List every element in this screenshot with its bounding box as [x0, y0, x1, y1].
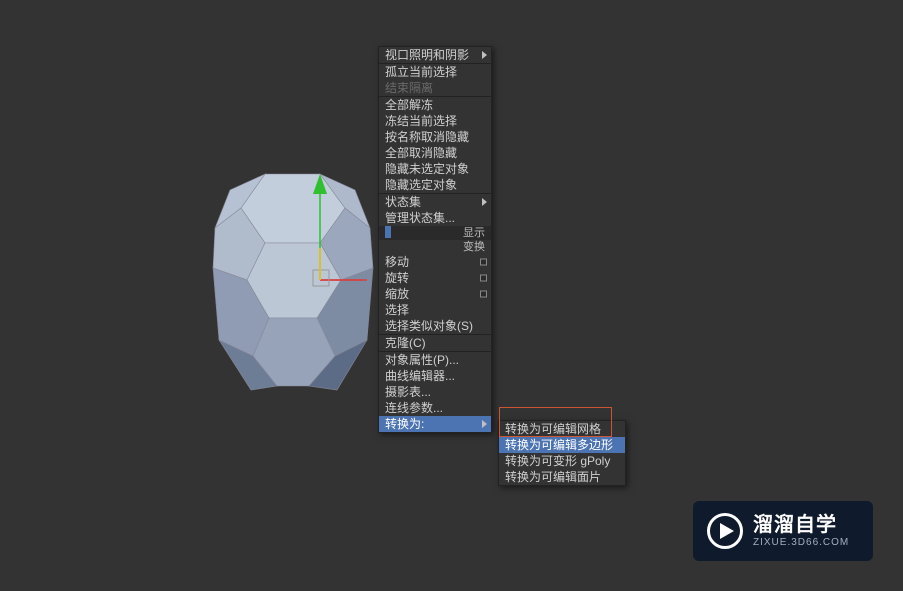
submenu-arrow-icon	[482, 420, 487, 428]
menu-item[interactable]: 隐藏未选定对象	[379, 161, 491, 177]
checkbox-icon	[480, 291, 487, 298]
menu-item[interactable]: 对象属性(P)...	[379, 352, 491, 368]
submenu-arrow-icon	[482, 51, 487, 59]
menu-item[interactable]: 转换为可编辑网格	[499, 421, 625, 437]
menu-item-label: 对象属性(P)...	[385, 353, 459, 367]
menu-item-label: 缩放	[385, 287, 409, 301]
menu-item-label: 旋转	[385, 271, 409, 285]
menu-item[interactable]: 管理状态集...	[379, 210, 491, 226]
play-icon	[707, 513, 743, 549]
submenu-arrow-icon	[482, 198, 487, 206]
menu-item-label: 全部取消隐藏	[385, 146, 457, 160]
menu-item[interactable]: 转换为:	[379, 416, 491, 432]
menu-item[interactable]: 转换为可编辑面片	[499, 469, 625, 485]
menu-item-label: 转换为可编辑网格	[505, 422, 601, 436]
menu-item-label: 视口照明和阴影	[385, 48, 469, 62]
menu-item-label: 选择	[385, 303, 409, 317]
menu-item[interactable]: 缩放	[379, 286, 491, 302]
menu-item[interactable]: 全部取消隐藏	[379, 145, 491, 161]
menu-header: 变换	[379, 240, 491, 254]
watermark: 溜溜自学 ZIXUE.3D66.COM	[693, 501, 873, 561]
menu-item[interactable]: 连线参数...	[379, 400, 491, 416]
menu-header-label: 变换	[463, 241, 485, 253]
menu-item-label: 转换为可编辑多边形	[505, 438, 613, 452]
menu-item-label: 摄影表...	[385, 385, 431, 399]
watermark-url: ZIXUE.3D66.COM	[753, 537, 849, 549]
menu-item[interactable]: 克隆(C)	[379, 335, 491, 351]
menu-item[interactable]: 隐藏选定对象	[379, 177, 491, 193]
selected-object[interactable]	[205, 168, 380, 393]
menu-item[interactable]: 移动	[379, 254, 491, 270]
viewport[interactable]: 视口照明和阴影孤立当前选择结束隔离全部解冻冻结当前选择按名称取消隐藏全部取消隐藏…	[0, 0, 903, 591]
menu-item-label: 冻结当前选择	[385, 114, 457, 128]
menu-item-label: 结束隔离	[385, 81, 433, 95]
menu-item[interactable]: 孤立当前选择	[379, 64, 491, 80]
context-menu[interactable]: 视口照明和阴影孤立当前选择结束隔离全部解冻冻结当前选择按名称取消隐藏全部取消隐藏…	[378, 46, 492, 433]
menu-item[interactable]: 冻结当前选择	[379, 113, 491, 129]
menu-item-label: 孤立当前选择	[385, 65, 457, 79]
menu-item-label: 移动	[385, 255, 409, 269]
checkbox-icon	[480, 259, 487, 266]
watermark-title: 溜溜自学	[753, 513, 849, 537]
menu-item: 结束隔离	[379, 80, 491, 96]
menu-item-label: 管理状态集...	[385, 211, 455, 225]
menu-item[interactable]: 选择	[379, 302, 491, 318]
menu-item-label: 转换为:	[385, 417, 424, 431]
menu-item-label: 转换为可变形 gPoly	[505, 454, 610, 468]
menu-item-label: 隐藏未选定对象	[385, 162, 469, 176]
menu-item[interactable]: 转换为可变形 gPoly	[499, 453, 625, 469]
menu-item-label: 全部解冻	[385, 98, 433, 112]
menu-item-label: 连线参数...	[385, 401, 443, 415]
menu-item[interactable]: 按名称取消隐藏	[379, 129, 491, 145]
menu-item[interactable]: 曲线编辑器...	[379, 368, 491, 384]
convert-submenu[interactable]: 转换为可编辑网格转换为可编辑多边形转换为可变形 gPoly 转换为可编辑面片	[498, 420, 626, 486]
menu-item-label: 克隆(C)	[385, 336, 426, 350]
menu-item[interactable]: 视口照明和阴影	[379, 47, 491, 63]
menu-header-label: 显示	[463, 227, 485, 239]
menu-item[interactable]: 全部解冻	[379, 97, 491, 113]
menu-item[interactable]: 摄影表...	[379, 384, 491, 400]
menu-item-label: 转换为可编辑面片	[505, 470, 601, 484]
menu-item-label: 曲线编辑器...	[385, 369, 455, 383]
menu-header: 显示	[379, 226, 491, 240]
menu-item-label: 隐藏选定对象	[385, 178, 457, 192]
menu-item-label: 状态集	[385, 195, 421, 209]
menu-item[interactable]: 旋转	[379, 270, 491, 286]
menu-item[interactable]: 转换为可编辑多边形	[499, 437, 625, 453]
menu-item[interactable]: 状态集	[379, 194, 491, 210]
menu-item-label: 选择类似对象(S)	[385, 319, 473, 333]
menu-item-label: 按名称取消隐藏	[385, 130, 469, 144]
checkbox-icon	[480, 275, 487, 282]
menu-item[interactable]: 选择类似对象(S)	[379, 318, 491, 334]
